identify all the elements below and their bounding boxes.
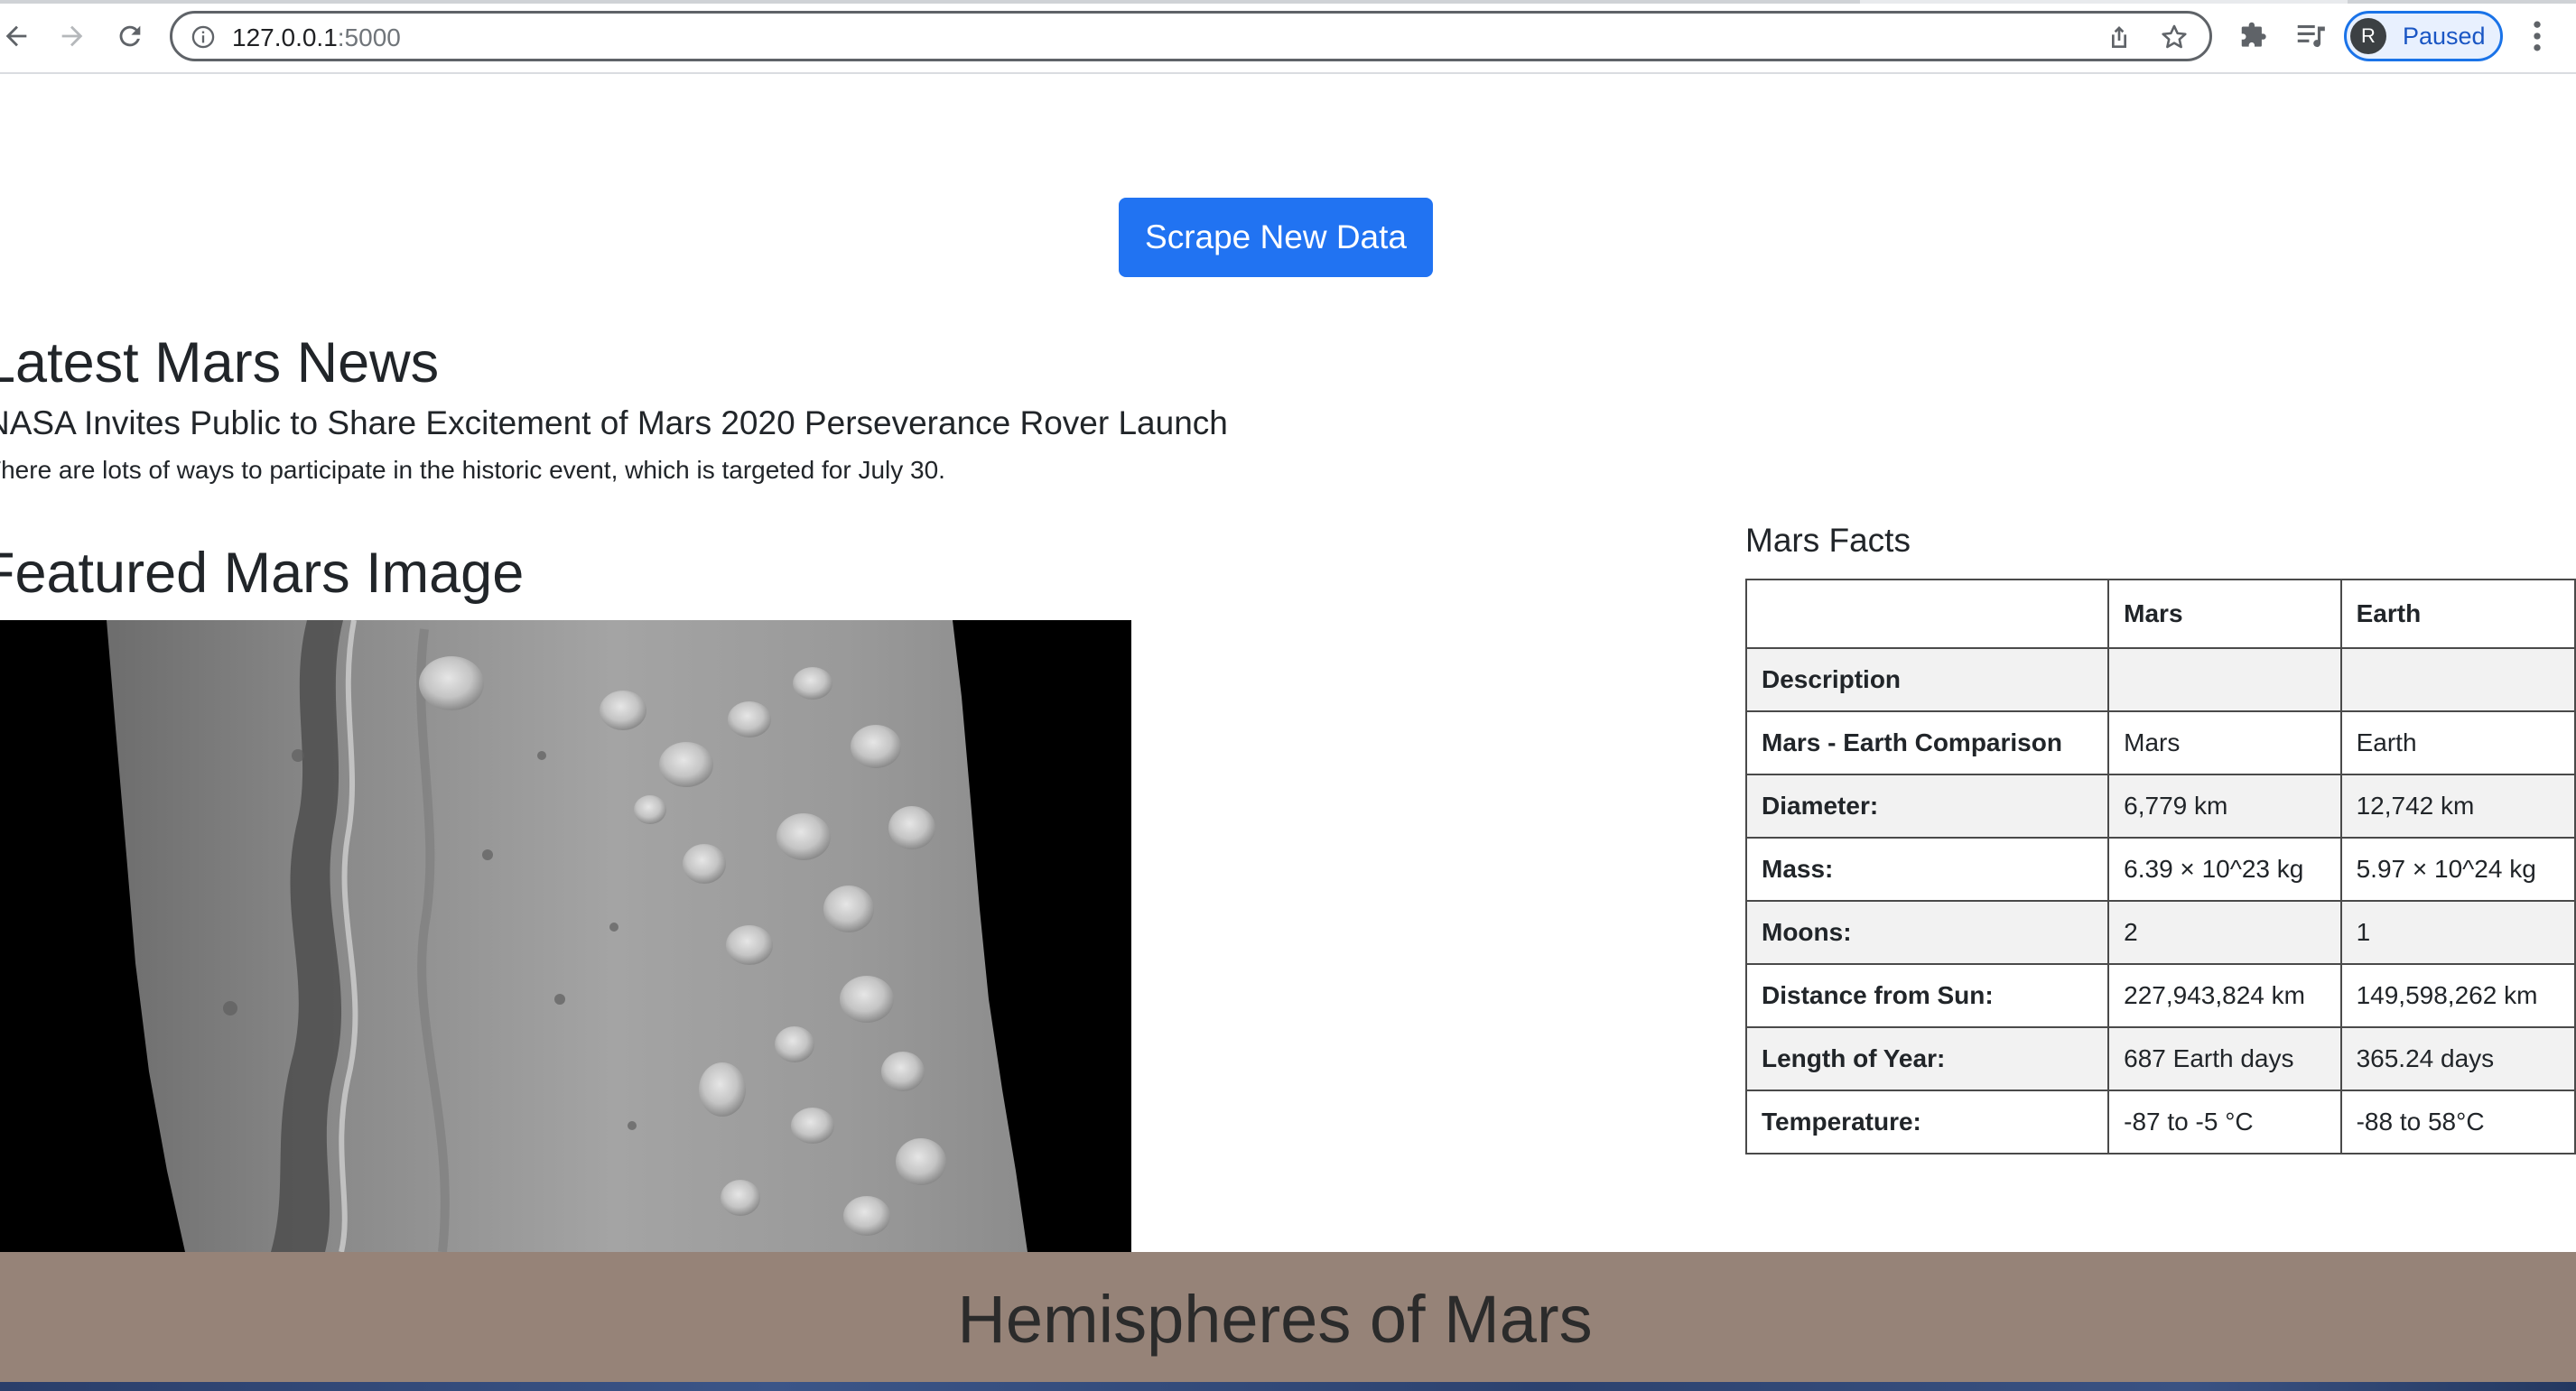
tab-edge-right xyxy=(2348,0,2576,4)
url-port: :5000 xyxy=(337,23,401,51)
column-header-earth: Earth xyxy=(2339,579,2576,649)
mars-value: -87 to -5 °C xyxy=(2107,1090,2342,1155)
featured-image-heading: Featured Mars Image xyxy=(0,542,525,605)
media-icon[interactable] xyxy=(2293,18,2328,52)
news-title: NASA Invites Public to Share Excitement … xyxy=(0,404,1228,441)
table-row: Mass: 6.39 × 10^23 kg 5.97 × 10^24 kg xyxy=(1744,837,2576,902)
featured-mars-image xyxy=(0,620,1131,1252)
tab-strip-edge xyxy=(0,0,2576,4)
scrape-button[interactable]: Scrape New Data xyxy=(1119,198,1433,277)
hemispheres-banner: Hemispheres of Mars xyxy=(0,1252,2576,1391)
hemisphere-image-edge xyxy=(0,1382,2576,1391)
avatar: R xyxy=(2350,18,2386,54)
table-header-row: Mars Earth xyxy=(1744,579,2576,649)
news-heading: Latest Mars News xyxy=(0,331,440,394)
reload-icon[interactable] xyxy=(108,14,152,58)
hemispheres-heading: Hemispheres of Mars xyxy=(957,1282,1593,1357)
mars-value: 687 Earth days xyxy=(2107,1026,2342,1091)
mars-facts-heading: Mars Facts xyxy=(1745,522,1911,559)
mars-value: 6,779 km xyxy=(2107,774,2342,839)
row-label: Diameter: xyxy=(1744,774,2110,839)
row-label: Description xyxy=(1744,647,2110,712)
url-text: 127.0.0.1:5000 xyxy=(232,23,401,53)
row-label: Temperature: xyxy=(1744,1090,2110,1155)
puzzle-icon[interactable] xyxy=(2237,18,2272,52)
earth-value: 12,742 km xyxy=(2339,774,2576,839)
forward-icon[interactable] xyxy=(51,14,94,58)
url-host: 127.0.0.1 xyxy=(232,23,338,51)
news-teaser: There are lots of ways to participate in… xyxy=(0,456,945,484)
earth-value: 1 xyxy=(2339,900,2576,965)
earth-value xyxy=(2339,647,2576,712)
mars-value: 227,943,824 km xyxy=(2107,963,2342,1028)
column-header-label xyxy=(1744,579,2110,649)
back-icon[interactable] xyxy=(0,14,38,58)
mars-facts-table: Mars Earth Description Mars - Earth Comp… xyxy=(1744,579,2576,1155)
mars-value: 6.39 × 10^23 kg xyxy=(2107,837,2342,902)
row-label: Length of Year: xyxy=(1744,1026,2110,1091)
page-content: Scrape New Data Latest Mars News NASA In… xyxy=(0,74,2576,1391)
active-tab-edge xyxy=(0,0,1860,4)
table-row: Moons: 2 1 xyxy=(1744,900,2576,965)
table-row: Temperature: -87 to -5 °C -88 to 58°C xyxy=(1744,1090,2576,1155)
table-row: Description xyxy=(1744,647,2576,712)
row-label: Mass: xyxy=(1744,837,2110,902)
star-icon[interactable] xyxy=(2159,22,2190,52)
table-row: Mars - Earth Comparison Mars Earth xyxy=(1744,710,2576,775)
browser-toolbar: 127.0.0.1:5000 R Paused xyxy=(0,0,2576,74)
profile-status: Paused xyxy=(2403,22,2486,50)
earth-value: -88 to 58°C xyxy=(2339,1090,2576,1155)
mars-value: 2 xyxy=(2107,900,2342,965)
earth-value: Earth xyxy=(2339,710,2576,775)
row-label: Moons: xyxy=(1744,900,2110,965)
earth-value: 365.24 days xyxy=(2339,1026,2576,1091)
earth-value: 149,598,262 km xyxy=(2339,963,2576,1028)
row-label: Mars - Earth Comparison xyxy=(1744,710,2110,775)
address-bar[interactable]: 127.0.0.1:5000 xyxy=(170,11,2212,61)
info-icon[interactable] xyxy=(191,24,216,50)
table-row: Distance from Sun: 227,943,824 km 149,59… xyxy=(1744,963,2576,1028)
column-header-mars: Mars xyxy=(2107,579,2342,649)
mars-surface-illustration xyxy=(107,620,1028,1252)
profile-chip[interactable]: R Paused xyxy=(2344,11,2503,61)
table-row: Diameter: 6,779 km 12,742 km xyxy=(1744,774,2576,839)
mars-value xyxy=(2107,647,2342,712)
share-icon[interactable] xyxy=(2105,23,2134,51)
kebab-menu-icon[interactable] xyxy=(2521,16,2553,56)
row-label: Distance from Sun: xyxy=(1744,963,2110,1028)
table-row: Length of Year: 687 Earth days 365.24 da… xyxy=(1744,1026,2576,1091)
earth-value: 5.97 × 10^24 kg xyxy=(2339,837,2576,902)
mars-value: Mars xyxy=(2107,710,2342,775)
